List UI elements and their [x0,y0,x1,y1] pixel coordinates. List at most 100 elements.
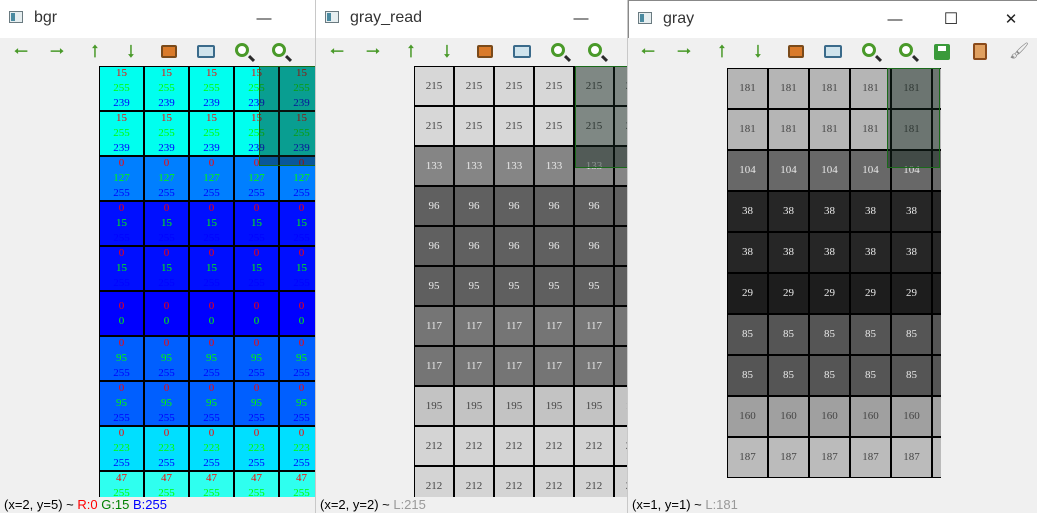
maximize-button[interactable]: ☐ [937,10,965,30]
gray-value: 96 [468,239,480,252]
arrow-up-icon[interactable]: 🠁 [400,41,422,63]
gray-value: 133 [585,159,603,172]
pixel-cell: 0 95 255 [234,336,279,381]
pixel-cell: 0 15 255 [99,246,144,291]
arrow-right-icon[interactable]: 🠂 [46,41,68,63]
gray-value: 96 [428,199,440,212]
zoom-out-icon[interactable] [899,43,913,57]
arrow-right-icon[interactable]: 🠂 [673,41,695,63]
r-value: 47 [161,472,172,484]
pixel-cell: 187 [932,437,941,478]
pixel-cell: 0 15 255 [279,246,315,291]
g-value: 95 [251,397,262,409]
minimize-button[interactable]: — [567,9,595,29]
pixel-cell: 85 [809,355,850,396]
pixel-cell: 00 [144,291,189,336]
gray-value: 85 [906,328,917,340]
arrow-left-icon[interactable]: 🠀 [326,41,348,63]
gray-value: 96 [508,199,520,212]
pixel-cell: 96 [454,186,494,226]
gray-value: 38 [906,246,917,258]
r-value: 0 [253,299,260,312]
save-icon[interactable] [934,44,950,60]
r-value: 0 [118,157,125,169]
pixel-cell: 85 [932,355,941,396]
arrow-up-icon[interactable]: 🠁 [711,41,733,63]
arrow-down-icon[interactable]: 🠃 [436,41,458,63]
arrow-left-icon[interactable]: 🠀 [10,41,32,63]
zoom-in-icon[interactable] [551,43,565,57]
arrow-down-icon[interactable]: 🠃 [120,41,142,63]
title-bar[interactable]: gray — ☐ ✕ [628,0,1037,39]
image-view-icon[interactable] [824,45,842,58]
pixel-cell: 212 [454,466,494,497]
gray-value: 181 [821,123,838,135]
r-value: 0 [253,202,260,214]
r-value: 0 [208,202,215,214]
pixel-cell: 96 [534,226,574,266]
pixel-cell: 160 [809,396,850,437]
gray-value: 181 [903,123,920,135]
minimize-button[interactable]: — [250,9,278,29]
gray-value: 96 [548,239,560,252]
pixel-cell: 212 [494,466,534,497]
arrow-down-icon[interactable]: 🠃 [747,41,769,63]
pixel-cell: 00 [234,291,279,336]
close-button[interactable]: ✕ [997,10,1025,30]
arrow-right-icon[interactable]: 🠂 [362,41,384,63]
gray-value: 85 [906,369,917,381]
pixel-cell: 117 [534,306,574,346]
b-value: 255 [248,457,265,469]
g-value: 223 [248,442,265,454]
gray-value: 95 [588,279,600,292]
zoom-in-icon[interactable] [235,43,249,57]
pixel-cell: 212 [454,426,494,466]
gray-value: 29 [824,287,835,299]
zoom-out-icon[interactable] [588,43,602,57]
pixel-cell: 215 [614,106,627,146]
pixel-cell: 38 [809,232,850,273]
minimize-button[interactable]: — [881,10,909,30]
g-value: 255 [203,487,220,497]
gray-value: 104 [862,164,879,176]
pixel-cell: 0 15 255 [144,246,189,291]
b-readout: B:255 [133,497,167,512]
gray-value: 187 [821,451,838,463]
gray-value: 95 [548,279,560,292]
pixel-cell: 85 [891,314,932,355]
pixel-grid: 2152152152152152152152152152152152151331… [414,66,627,497]
image-view-icon[interactable] [197,45,215,58]
gray-value: 95 [468,279,480,292]
b-value: 255 [158,187,175,199]
gray-value: 212 [465,439,483,452]
r-value: 0 [253,247,260,259]
r-value: 15 [296,67,307,79]
image-icon[interactable] [788,45,804,58]
clipboard-icon[interactable] [973,43,987,60]
toolbar: 🠀 🠂 🠁 🠃 [0,38,315,66]
gray-value: 85 [783,328,794,340]
value-readout: L:181 [705,497,738,512]
title-bar[interactable]: bgr — [0,0,315,38]
pixel-cell: 215 [494,106,534,146]
gray-value: 215 [505,79,523,92]
g-value: 15 [161,262,172,274]
image-canvas[interactable]: 15 255 239 15 255 239 15 255 239 15 255 239 15 255 239… [99,66,315,497]
arrow-left-icon[interactable]: 🠀 [637,41,659,63]
image-canvas[interactable]: 1811811811811811811811811811811811811041… [727,66,941,493]
image-icon[interactable] [161,45,177,58]
zoom-in-icon[interactable] [862,43,876,57]
zoom-out-icon[interactable] [272,43,286,57]
status-bar: (x=2, y=2) ~ L:215 [316,497,627,513]
gray-value: 212 [585,439,603,452]
r-value: 0 [118,337,125,349]
title-bar[interactable]: gray_read — [316,0,627,38]
r-value: 0 [163,382,170,394]
image-canvas[interactable]: 2152152152152152152152152152152152151331… [414,66,627,497]
image-view-icon[interactable] [513,45,531,58]
image-icon[interactable] [477,45,493,58]
arrow-up-icon[interactable]: 🠁 [84,41,106,63]
gray-value: 215 [425,79,443,92]
brush-icon[interactable]: 🖌 [1009,44,1029,60]
pixel-cell: 195 [614,386,627,426]
